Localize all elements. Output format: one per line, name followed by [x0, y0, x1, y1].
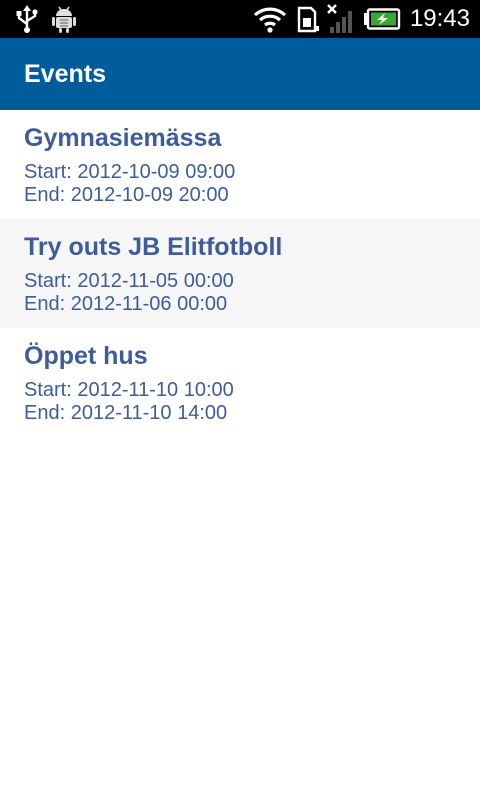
event-end: End: 2012-11-10 14:00: [24, 402, 228, 424]
battery-charging-icon: [362, 0, 402, 38]
event-title: Try outs JB Elitfotboll: [24, 233, 283, 261]
sd-card-icon: [292, 0, 322, 38]
event-item[interactable]: Gymnasiemässa Start: 2012-10-09 09:00 En…: [0, 110, 480, 219]
events-list: Gymnasiemässa Start: 2012-10-09 09:00 En…: [0, 110, 480, 437]
event-start: Start: 2012-11-10 10:00: [24, 379, 234, 401]
event-end: End: 2012-10-09 20:00: [24, 184, 229, 206]
event-title: Gymnasiemässa: [24, 124, 222, 152]
status-time: 19:43: [409, 5, 470, 32]
event-item[interactable]: Try outs JB Elitfotboll Start: 2012-11-0…: [0, 219, 480, 328]
action-bar: Events: [0, 38, 480, 110]
event-title: Öppet hus: [24, 342, 148, 370]
usb-icon: [12, 0, 42, 38]
android-debug-icon: [50, 0, 78, 38]
event-start: Start: 2012-11-05 00:00: [24, 270, 234, 292]
event-start: Start: 2012-10-09 09:00: [24, 161, 236, 183]
page-title: Events: [24, 60, 106, 88]
signal-icon: [324, 0, 358, 38]
wifi-icon: [252, 0, 288, 38]
event-end: End: 2012-11-06 00:00: [24, 293, 228, 315]
status-bar: 19:43: [0, 0, 480, 38]
event-item[interactable]: Öppet hus Start: 2012-11-10 10:00 End: 2…: [0, 328, 480, 437]
